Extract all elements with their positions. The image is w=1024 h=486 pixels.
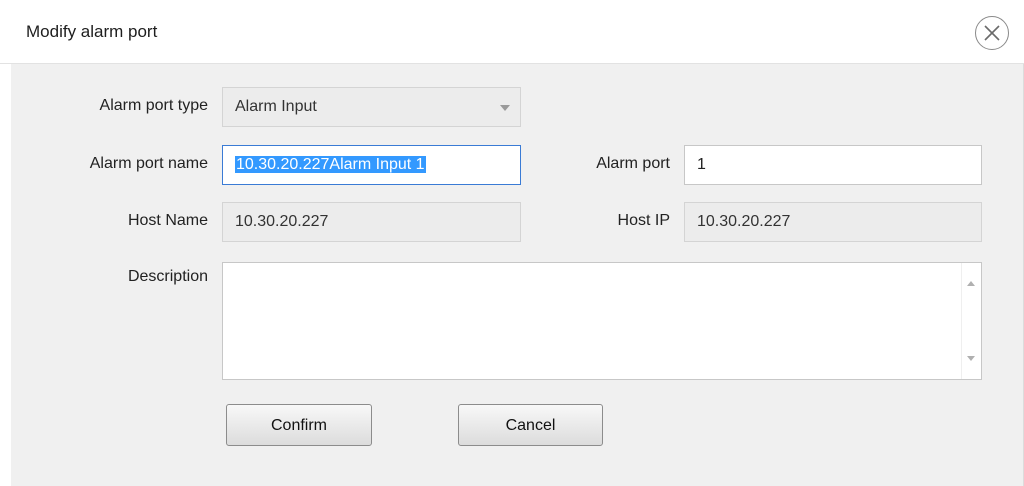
dialog-titlebar: Modify alarm port [0,0,1024,64]
port-name-value: 10.30.20.227Alarm Input 1 [235,156,426,173]
alarm-port-input[interactable]: 1 [684,145,982,185]
dialog-left-edge [0,64,11,486]
alarm-port-label: Alarm port [596,155,670,172]
port-name-input[interactable]: 10.30.20.227Alarm Input 1 [222,145,521,185]
host-name-value: 10.30.20.227 [235,213,329,230]
host-name-field: 10.30.20.227 [222,202,521,242]
scroll-down-icon[interactable] [967,356,975,361]
description-textarea[interactable] [222,262,982,380]
description-label: Description [127,268,208,285]
scroll-up-icon[interactable] [967,281,975,286]
close-icon[interactable] [975,16,1009,50]
host-ip-field: 10.30.20.227 [684,202,982,242]
description-scrollbar[interactable] [961,263,981,379]
alarm-port-value: 1 [697,156,706,173]
chevron-down-icon [500,105,510,111]
port-name-label: Alarm port name [89,155,208,172]
host-ip-value: 10.30.20.227 [697,213,791,230]
port-type-label: Alarm port type [99,97,208,114]
host-name-label: Host Name [127,212,208,229]
cancel-button[interactable]: Cancel [458,404,603,446]
confirm-button[interactable]: Confirm [226,404,372,446]
port-type-select[interactable]: Alarm Input [222,87,521,127]
modify-alarm-port-dialog: Modify alarm port Alarm port type Alarm … [0,0,1024,486]
port-type-value: Alarm Input [235,98,317,115]
host-ip-label: Host IP [617,212,670,229]
dialog-title: Modify alarm port [26,22,158,41]
